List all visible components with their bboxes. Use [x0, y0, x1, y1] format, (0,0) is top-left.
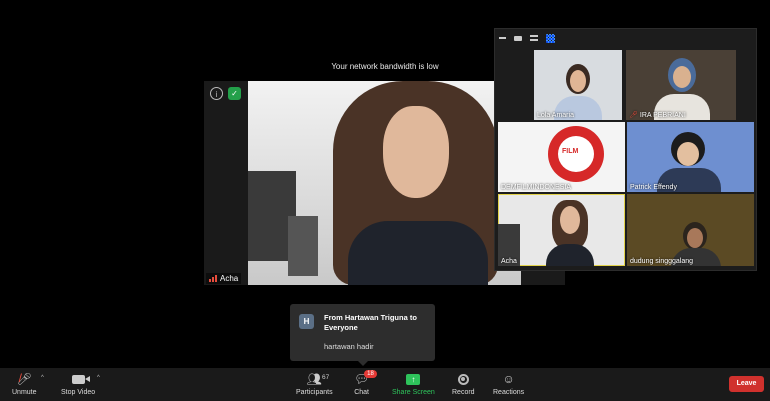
muted-microphone-icon: 🎤︎ / — [16, 371, 32, 386]
gallery-view-icon[interactable] — [546, 33, 555, 43]
video-options-chevron-icon[interactable]: ^ — [97, 375, 100, 381]
chat-notification[interactable]: H From Hartawan Triguna to Everyone hart… — [290, 304, 435, 366]
participant-tile[interactable]: dudung singggalang — [627, 194, 754, 266]
participant-name: dudung singggalang — [630, 258, 694, 265]
participant-name: Lola Amaria — [537, 112, 574, 119]
gallery-panel: Lola Amaria 🎤︎ IRA PEBRIANI FILM DEMFILMI… — [494, 28, 757, 271]
record-icon — [457, 371, 469, 387]
participant-count: 67 — [322, 374, 330, 381]
participant-tile[interactable]: FILM DEMFILMINDONESIA — [498, 122, 625, 192]
strip-view-icon[interactable] — [530, 35, 538, 41]
share-screen-icon: ↑ — [406, 371, 421, 387]
security-shield-icon[interactable]: ✓ — [228, 87, 241, 100]
info-icon[interactable]: i — [210, 87, 223, 100]
participant-name: Acha — [501, 258, 517, 265]
participant-name: DEMFILMINDONESIA — [501, 184, 572, 191]
muted-mic-icon: 🎤︎ — [629, 112, 638, 119]
record-button[interactable]: Record — [452, 371, 475, 396]
reactions-emoji-icon: ☺︎ — [502, 372, 515, 386]
main-speaker-label: Acha — [206, 273, 242, 284]
audio-options-chevron-icon[interactable]: ^ — [41, 375, 44, 381]
participant-tile[interactable]: Lola Amaria — [534, 50, 622, 120]
participants-icon: 👥︎ — [306, 372, 322, 386]
video-camera-icon — [71, 371, 90, 387]
signal-strength-icon — [209, 275, 217, 282]
meeting-toolbar: 🎤︎ / Unmute ^ Stop Video ^ 👥︎ Participant… — [0, 368, 770, 401]
chat-notification-message: hartawan hadir — [324, 342, 374, 351]
gallery-view-toolbar — [499, 32, 555, 44]
main-speaker-name: Acha — [220, 274, 239, 283]
share-screen-button[interactable]: ↑ Share Screen — [392, 371, 435, 396]
participant-tile[interactable]: 🎤︎ IRA PEBRIANI — [626, 50, 736, 120]
sender-avatar: H — [299, 314, 314, 329]
chat-notification-title: From Hartawan Triguna to Everyone — [324, 313, 417, 332]
speaker-view-icon[interactable] — [514, 35, 522, 41]
unmute-button[interactable]: 🎤︎ / Unmute — [12, 371, 37, 396]
participant-tile-active-speaker[interactable]: Acha — [498, 194, 625, 266]
stop-video-button[interactable]: Stop Video — [61, 371, 95, 396]
participant-name: Patrick Effendy — [630, 184, 677, 191]
leave-button[interactable]: Leave — [729, 376, 764, 392]
main-speaker-video — [248, 81, 521, 285]
participant-name: 🎤︎ IRA PEBRIANI — [629, 111, 686, 120]
film-logo-text: FILM — [562, 148, 579, 155]
unread-chat-badge: 18 — [364, 370, 377, 378]
reactions-button[interactable]: ☺︎ Reactions — [493, 371, 524, 396]
minimize-icon[interactable] — [499, 37, 506, 39]
participant-tile[interactable]: Patrick Effendy — [627, 122, 754, 192]
